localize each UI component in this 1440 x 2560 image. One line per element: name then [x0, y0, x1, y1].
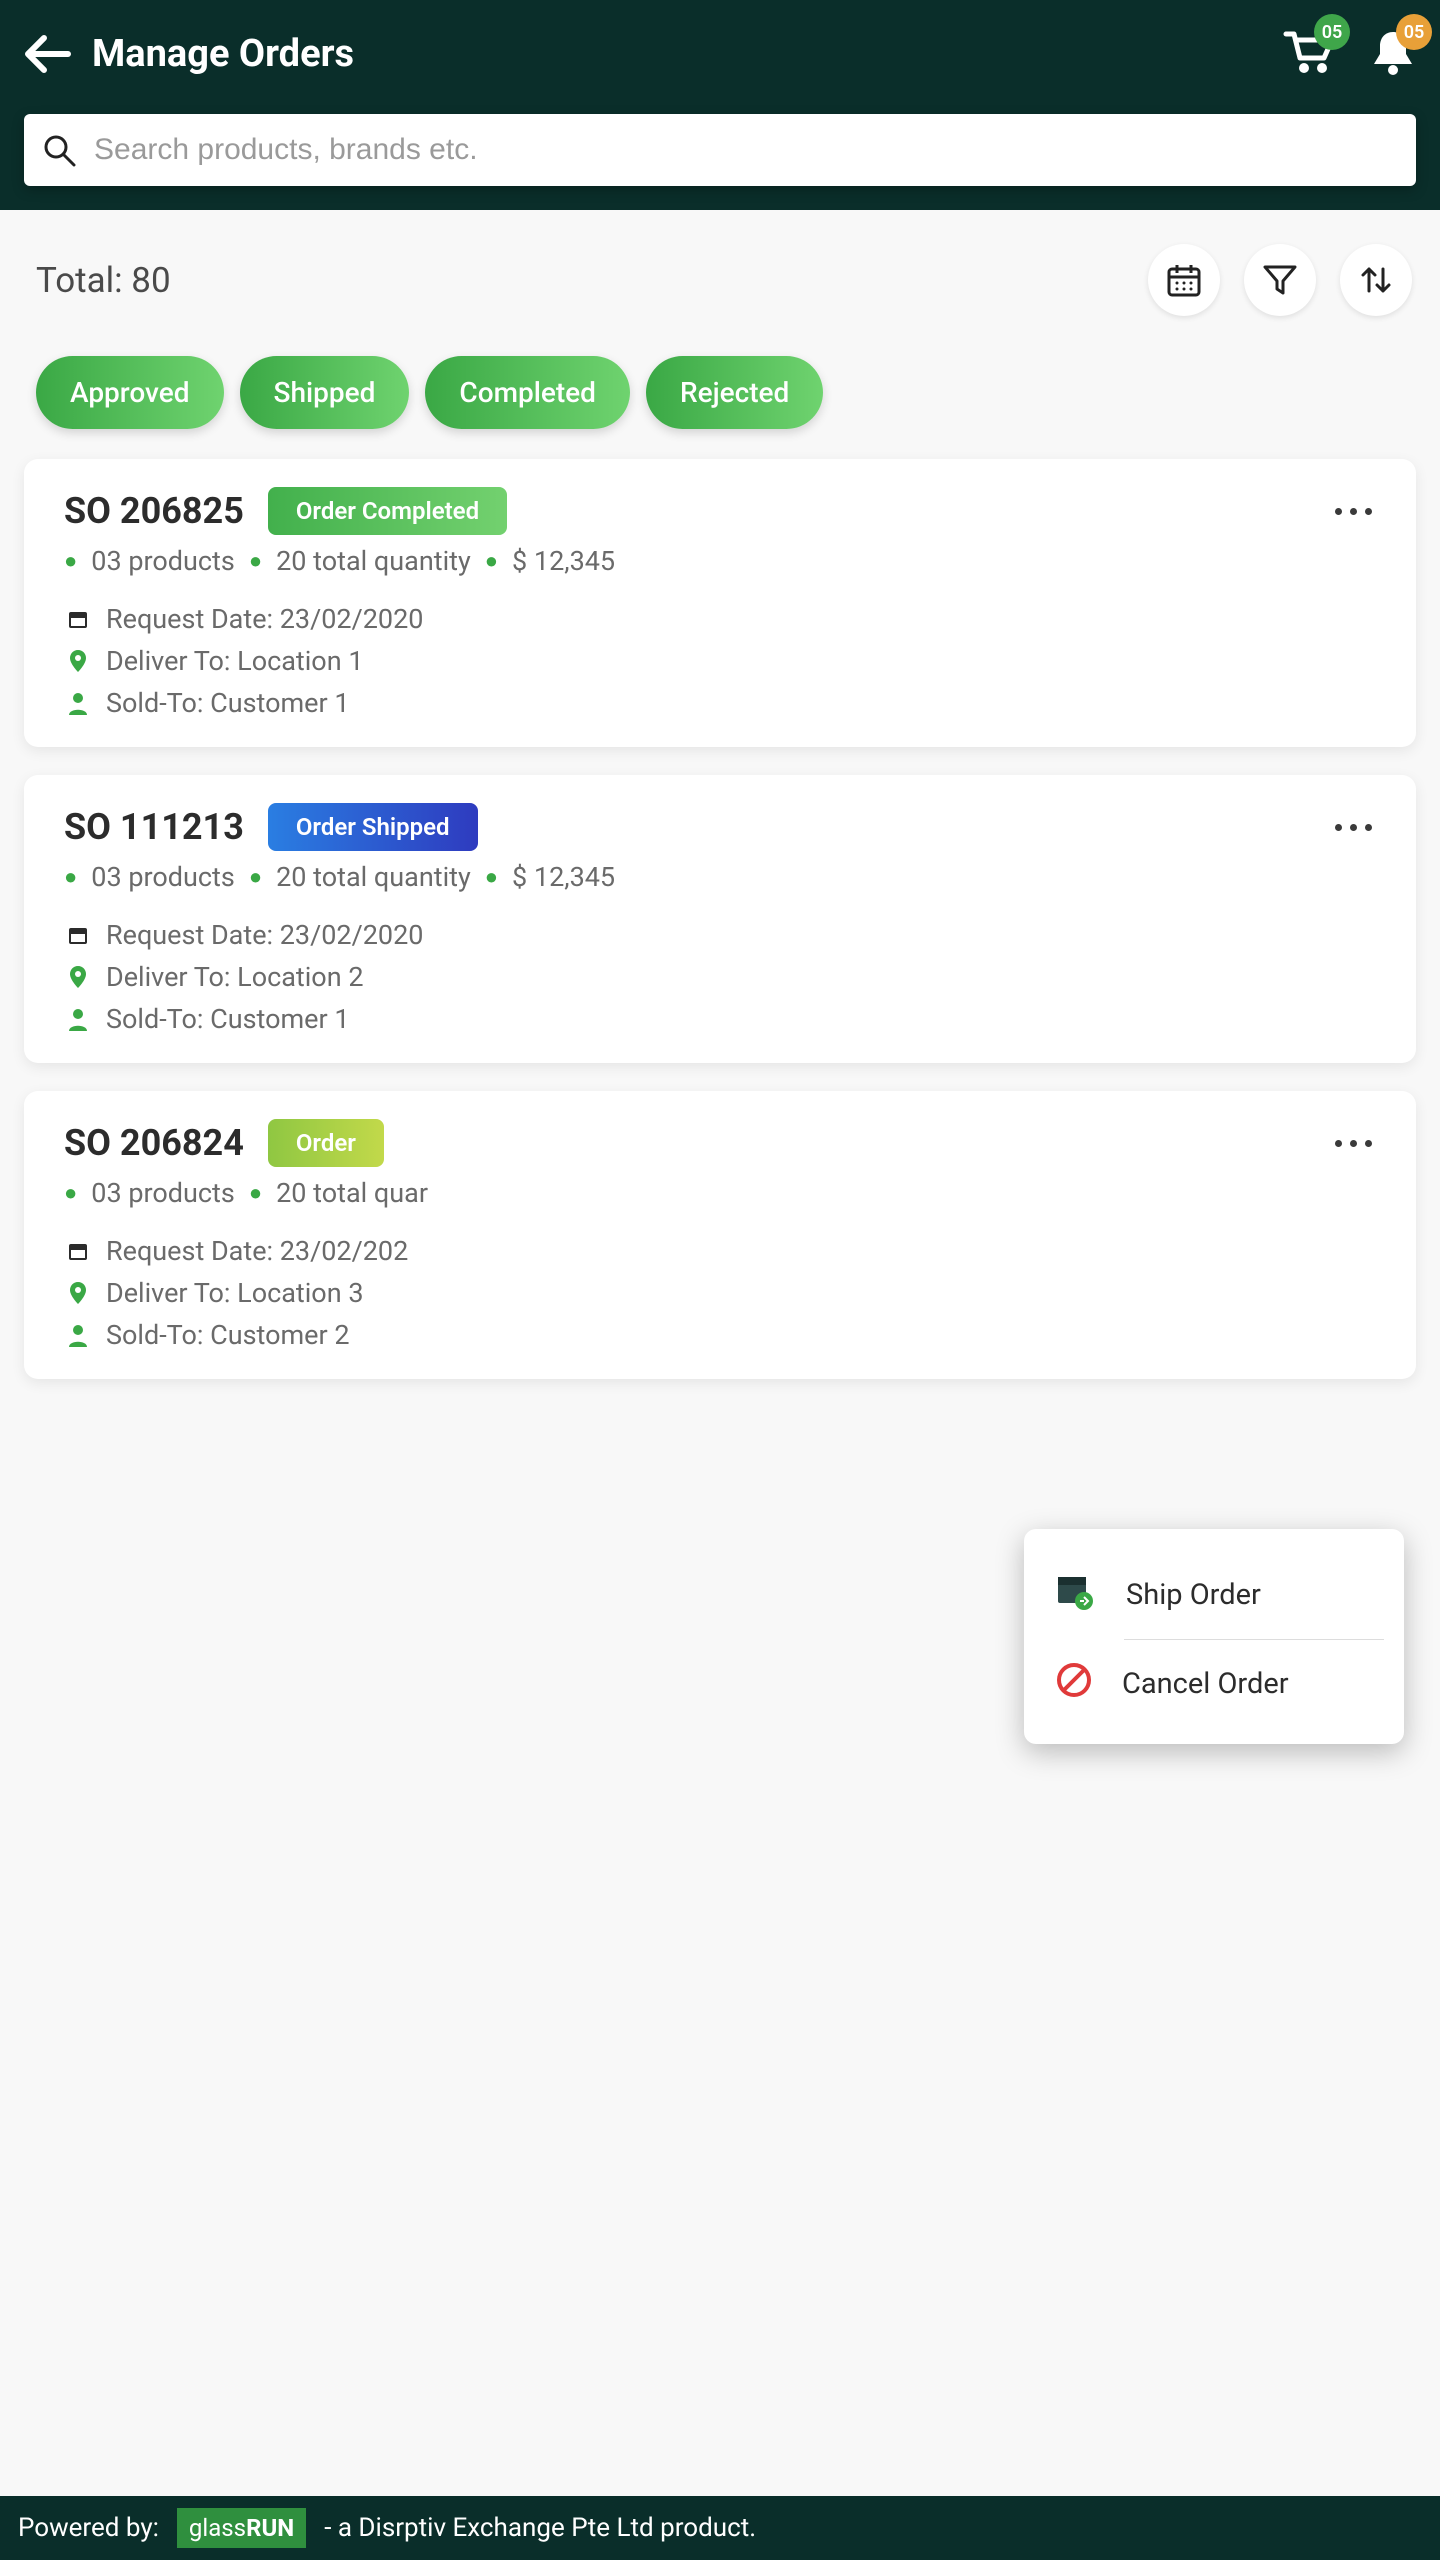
- bullet-icon: ●: [64, 1180, 77, 1206]
- total-count: Total: 80: [36, 260, 1124, 301]
- summary-row: Total: 80: [0, 210, 1440, 336]
- sold-to-text: Sold-To: Customer 2: [106, 1319, 350, 1351]
- ship-order-label: Ship Order: [1126, 1578, 1261, 1612]
- search-icon: [42, 133, 76, 167]
- cart-button[interactable]: 05: [1282, 28, 1334, 80]
- total-quantity: 20 total quar: [276, 1177, 428, 1209]
- more-button[interactable]: [1335, 508, 1376, 515]
- filter-button[interactable]: [1244, 244, 1316, 316]
- bullet-icon: ●: [485, 864, 498, 890]
- calendar-icon: [1165, 261, 1203, 299]
- notifications-button[interactable]: 05: [1370, 28, 1416, 80]
- footer-tagline: - a Disrptiv Exchange Pte Ltd product.: [324, 2513, 756, 2543]
- order-id: SO 206824: [64, 1122, 244, 1164]
- order-amount: $ 12,345: [512, 861, 615, 893]
- notifications-badge: 05: [1396, 14, 1432, 50]
- order-meta: ● 03 products ● 20 total quantity ● $ 12,34…: [64, 861, 1376, 893]
- request-date-text: Request Date: 23/02/202: [106, 1235, 408, 1267]
- popup-divider: [1124, 1639, 1384, 1640]
- powered-by-label: Powered by:: [18, 2513, 159, 2543]
- status-badge: Order Completed: [268, 487, 507, 535]
- calendar-small-icon: [64, 607, 92, 631]
- order-meta: ● 03 products ● 20 total quantity ● $ 12,34…: [64, 545, 1376, 577]
- chip-rejected[interactable]: Rejected: [646, 356, 823, 429]
- arrow-left-icon: [24, 34, 72, 74]
- search-input[interactable]: [94, 133, 1398, 167]
- person-icon: [64, 1323, 92, 1347]
- more-button[interactable]: [1335, 1140, 1376, 1147]
- order-id: SO 206825: [64, 490, 244, 532]
- chip-approved[interactable]: Approved: [36, 356, 224, 429]
- status-filter-chips: Approved Shipped Completed Rejected: [0, 336, 1440, 459]
- sold-to-row: Sold-To: Customer 2: [64, 1319, 1376, 1351]
- cancel-order-action[interactable]: Cancel Order: [1054, 1646, 1384, 1722]
- location-icon: [64, 964, 92, 990]
- app-header: Manage Orders 05 05: [0, 0, 1440, 210]
- order-actions-popup: Ship Order Cancel Order: [1024, 1529, 1404, 1744]
- products-count: 03 products: [91, 545, 235, 577]
- calendar-small-icon: [64, 923, 92, 947]
- order-card[interactable]: SO 111213 Order Shipped ● 03 products ● 20…: [24, 775, 1416, 1063]
- person-icon: [64, 691, 92, 715]
- total-quantity: 20 total quantity: [276, 861, 471, 893]
- order-amount: $ 12,345: [512, 545, 615, 577]
- sort-button[interactable]: [1340, 244, 1412, 316]
- app-footer: Powered by: glassRUN - a Disrptiv Exchan…: [0, 2496, 1440, 2560]
- order-card[interactable]: SO 206825 Order Completed ● 03 products ●…: [24, 459, 1416, 747]
- deliver-to-row: Deliver To: Location 3: [64, 1277, 1376, 1309]
- bullet-icon: ●: [249, 1180, 262, 1206]
- products-count: 03 products: [91, 861, 235, 893]
- deliver-to-row: Deliver To: Location 2: [64, 961, 1376, 993]
- status-badge: Order: [268, 1119, 384, 1167]
- request-date-text: Request Date: 23/02/2020: [106, 603, 423, 635]
- deliver-to-text: Deliver To: Location 2: [106, 961, 364, 993]
- products-count: 03 products: [91, 1177, 235, 1209]
- glassrun-logo: glassRUN: [177, 2508, 306, 2548]
- bullet-icon: ●: [249, 864, 262, 890]
- chip-completed[interactable]: Completed: [425, 356, 630, 429]
- deliver-to-text: Deliver To: Location 3: [106, 1277, 364, 1309]
- search-bar[interactable]: [24, 114, 1416, 186]
- sort-icon: [1357, 261, 1395, 299]
- sold-to-row: Sold-To: Customer 1: [64, 1003, 1376, 1035]
- box-ship-icon: [1054, 1571, 1098, 1619]
- calendar-filter-button[interactable]: [1148, 244, 1220, 316]
- request-date-text: Request Date: 23/02/2020: [106, 919, 423, 951]
- bullet-icon: ●: [485, 548, 498, 574]
- cancel-order-label: Cancel Order: [1122, 1667, 1289, 1701]
- cart-badge: 05: [1314, 14, 1350, 50]
- order-meta: ● 03 products ● 20 total quar: [64, 1177, 1376, 1209]
- sold-to-text: Sold-To: Customer 1: [106, 687, 350, 719]
- request-date-row: Request Date: 23/02/2020: [64, 919, 1376, 951]
- bullet-icon: ●: [249, 548, 262, 574]
- cancel-icon: [1054, 1660, 1094, 1708]
- more-button[interactable]: [1335, 824, 1376, 831]
- person-icon: [64, 1007, 92, 1031]
- request-date-row: Request Date: 23/02/202: [64, 1235, 1376, 1267]
- back-button[interactable]: [24, 34, 72, 74]
- location-icon: [64, 1280, 92, 1306]
- funnel-icon: [1261, 261, 1299, 299]
- sold-to-text: Sold-To: Customer 1: [106, 1003, 350, 1035]
- sold-to-row: Sold-To: Customer 1: [64, 687, 1376, 719]
- request-date-row: Request Date: 23/02/2020: [64, 603, 1376, 635]
- location-icon: [64, 648, 92, 674]
- chip-shipped[interactable]: Shipped: [240, 356, 410, 429]
- page-title: Manage Orders: [92, 32, 1262, 76]
- status-badge: Order Shipped: [268, 803, 478, 851]
- deliver-to-row: Deliver To: Location 1: [64, 645, 1376, 677]
- deliver-to-text: Deliver To: Location 1: [106, 645, 364, 677]
- bullet-icon: ●: [64, 548, 77, 574]
- orders-list: SO 206825 Order Completed ● 03 products ●…: [0, 459, 1440, 2466]
- order-card[interactable]: SO 206824 Order ● 03 products ● 20 total q…: [24, 1091, 1416, 1379]
- bullet-icon: ●: [64, 864, 77, 890]
- ship-order-action[interactable]: Ship Order: [1054, 1557, 1384, 1633]
- order-id: SO 111213: [64, 806, 244, 848]
- total-quantity: 20 total quantity: [276, 545, 471, 577]
- calendar-small-icon: [64, 1239, 92, 1263]
